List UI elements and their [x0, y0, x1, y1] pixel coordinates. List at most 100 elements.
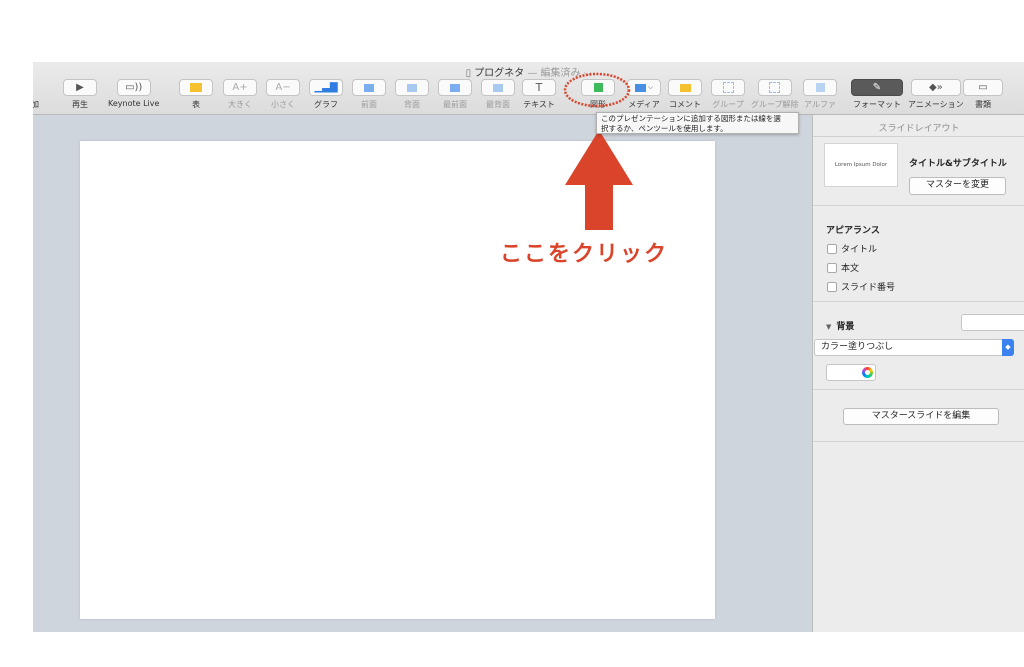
divider	[813, 441, 1024, 442]
table-button[interactable]: 表	[179, 79, 213, 110]
appearance-heading: アピアランス	[826, 226, 880, 236]
group-icon	[711, 79, 745, 96]
chart-label: グラフ	[314, 100, 338, 109]
layout-thumbnail[interactable]: Lorem Ipsum Dolor	[824, 143, 898, 187]
play-icon: ▶	[63, 79, 97, 96]
comment-label: コメント	[669, 100, 701, 109]
group-button[interactable]: グループ	[711, 79, 745, 110]
front-button[interactable]: 前面	[352, 79, 386, 110]
disclosure-triangle-icon[interactable]: ▼	[826, 323, 831, 331]
fill-type-select[interactable]: カラー塗りつぶし ◆	[814, 339, 1014, 356]
alpha-button[interactable]: アルファ	[803, 79, 837, 110]
back-icon	[395, 79, 429, 96]
animate-icon: ◆»	[910, 79, 961, 96]
click-here-annotation: ここをクリック	[500, 242, 669, 267]
format-inspector: スライドレイアウト Lorem Ipsum Dolor タイトル&サブタイトル …	[812, 115, 1024, 632]
toolbar: ▯ プログネタ — 編集済み ⌵ 加 ▶ 再生 ▭)) Keynote Live …	[33, 62, 1024, 115]
highlight-circle	[563, 72, 631, 108]
play-button[interactable]: ▶ 再生	[63, 79, 97, 110]
layout-name: タイトル&サブタイトル	[909, 159, 1007, 169]
thumbnail-text: Lorem Ipsum Dolor	[834, 162, 888, 168]
front-icon	[352, 79, 386, 96]
change-master-button[interactable]: マスターを変更	[909, 177, 1006, 195]
backmost-button[interactable]: 最背面	[481, 79, 515, 110]
divider	[813, 301, 1024, 302]
slide-number-checkbox[interactable]: スライド番号	[827, 280, 895, 293]
divider	[813, 205, 1024, 206]
font-smaller-icon: A−	[266, 79, 300, 96]
divider	[813, 389, 1024, 390]
color-wheel-icon[interactable]	[862, 367, 873, 378]
chart-icon: ▁▃▇	[309, 79, 343, 96]
comment-icon	[668, 79, 702, 96]
animate-label: アニメーション	[908, 100, 964, 109]
ungroup-label: グループ解除	[751, 100, 799, 109]
group-label: グループ	[712, 100, 744, 109]
shape-tooltip: このプレゼンテーションに追加する図形または線を選 択するか、ペンツールを使用しま…	[596, 112, 799, 134]
live-icon: ▭))	[116, 79, 151, 96]
title-checkbox-label: タイトル	[841, 245, 878, 255]
frontmost-label: 最前面	[443, 100, 467, 109]
bigger-button[interactable]: A+ 大きく	[223, 79, 257, 110]
chart-button[interactable]: ▁▃▇ グラフ	[309, 79, 343, 110]
play-label: 再生	[72, 100, 88, 109]
background-heading[interactable]: ▼ 背景	[826, 319, 854, 332]
backmost-icon	[481, 79, 515, 96]
title-checkbox[interactable]: タイトル	[827, 242, 877, 255]
background-preview-field[interactable]	[961, 314, 1024, 331]
backmost-label: 最背面	[486, 100, 510, 109]
frontmost-icon	[438, 79, 472, 96]
text-label: テキスト	[523, 100, 555, 109]
tooltip-line-1: このプレゼンテーションに追加する図形または線を選	[601, 114, 781, 123]
document-label: 書類	[975, 100, 991, 109]
keynote-live-button[interactable]: ▭)) Keynote Live	[108, 79, 159, 108]
document-icon: ▭	[963, 79, 1003, 96]
comment-button[interactable]: コメント	[668, 79, 702, 110]
media-label: メディア	[628, 100, 660, 109]
alpha-label: アルファ	[804, 100, 836, 109]
front-label: 前面	[361, 100, 377, 109]
chevron-updown-icon: ◆	[1002, 339, 1014, 356]
body-checkbox-label: 本文	[841, 264, 860, 274]
text-icon: T	[522, 79, 556, 96]
alpha-icon	[803, 79, 837, 96]
format-button[interactable]: ✎ フォーマット	[851, 79, 903, 110]
document-button[interactable]: ▭ 書類	[963, 79, 1003, 110]
annotation-arrow-icon	[565, 130, 633, 230]
font-bigger-icon: A+	[223, 79, 257, 96]
slide-number-checkbox-label: スライド番号	[841, 283, 896, 293]
window-title: ▯ プログネタ — 編集済み ⌵	[33, 64, 1024, 79]
background-label: 背景	[836, 322, 855, 332]
keynote-live-label: Keynote Live	[108, 99, 160, 108]
smaller-button[interactable]: A− 小さく	[266, 79, 300, 110]
animate-button[interactable]: ◆» アニメーション	[908, 79, 964, 110]
doc-icon: ▯	[465, 68, 472, 79]
add-slide-label[interactable]: 加	[33, 99, 39, 110]
checkbox-box[interactable]	[827, 243, 837, 254]
table-icon	[179, 79, 213, 96]
tooltip-line-2: 択するか、ペンツールを使用します。	[601, 124, 728, 133]
back-button[interactable]: 背面	[395, 79, 429, 110]
format-label: フォーマット	[853, 100, 901, 109]
checkbox-box[interactable]	[827, 262, 837, 273]
media-button[interactable]: ⌵ メディア	[627, 79, 661, 110]
table-label: 表	[192, 100, 200, 109]
format-icon: ✎	[851, 79, 903, 96]
inspector-title: スライドレイアウト	[813, 115, 1024, 137]
media-icon: ⌵	[627, 79, 661, 96]
keynote-window: ▯ プログネタ — 編集済み ⌵ 加 ▶ 再生 ▭)) Keynote Live …	[33, 62, 1024, 632]
ungroup-icon	[757, 79, 792, 96]
color-well[interactable]	[826, 364, 876, 381]
ungroup-button[interactable]: グループ解除	[751, 79, 799, 110]
back-label: 背面	[404, 100, 420, 109]
bigger-label: 大きく	[228, 100, 252, 109]
doc-name: プログネタ	[474, 68, 525, 79]
body-checkbox[interactable]: 本文	[827, 261, 859, 274]
fill-type-value: カラー塗りつぶし	[821, 342, 894, 352]
checkbox-box[interactable]	[827, 281, 837, 292]
slide-canvas-area	[33, 115, 811, 632]
edit-master-slide-button[interactable]: マスタースライドを編集	[843, 408, 999, 425]
smaller-label: 小さく	[271, 100, 295, 109]
frontmost-button[interactable]: 最前面	[438, 79, 472, 110]
text-button[interactable]: T テキスト	[522, 79, 556, 110]
